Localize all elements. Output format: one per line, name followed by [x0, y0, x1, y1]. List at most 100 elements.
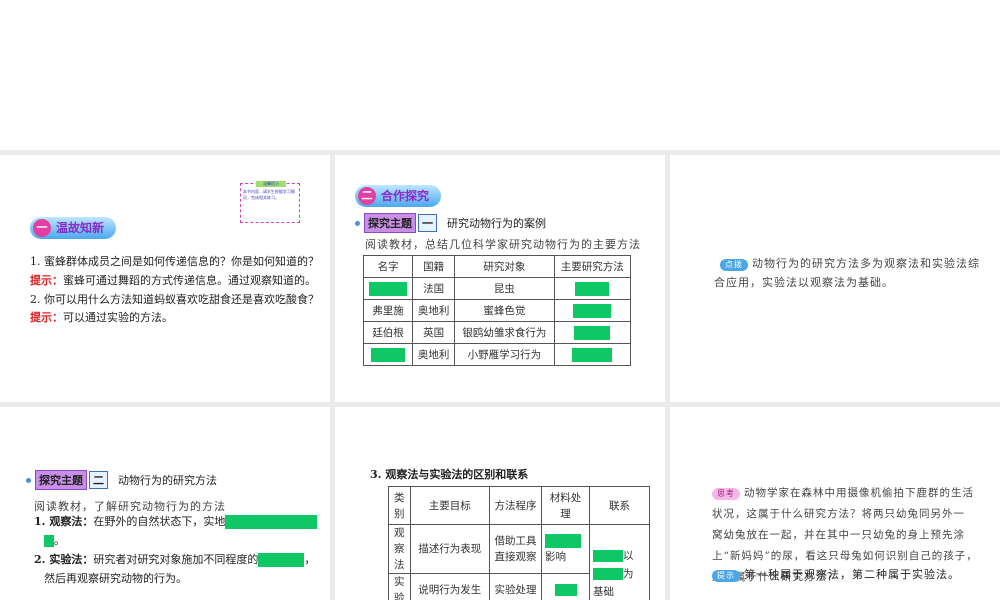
slide-methods[interactable]: 探究主题二动物行为的研究方法 阅读教材，了解研究动物行为的方法 1. 观察法：在…: [0, 407, 330, 600]
section-number: 一: [33, 219, 51, 237]
answer-blank[interactable]: [575, 281, 610, 296]
section-title: 合作探究: [381, 189, 430, 203]
answer-blank[interactable]: [574, 325, 611, 340]
think-badge-icon: 思考: [712, 488, 740, 500]
topic-number: 二: [89, 471, 108, 489]
slide-comparison[interactable]: 3. 观察法与实验法的区别和联系 类别 主要目标 方法程序 材料处理 联系 观察法 描述行…: [335, 407, 665, 600]
question-2: 2. 你可以用什么方法知道蚂蚁喜欢吃甜食还是喜欢吃酸食？: [30, 293, 319, 306]
link-text: 基础: [593, 585, 614, 598]
topic-heading: 探究主题二动物行为的研究方法: [26, 470, 217, 490]
answer-blank[interactable]: [572, 347, 613, 362]
section-badge: 一温故知新: [30, 217, 117, 239]
answer-blank[interactable]: [258, 553, 305, 567]
topic-tag: 探究主题: [35, 470, 87, 490]
link-text: 为: [623, 567, 634, 580]
method-text: 在野外的自然状态下，实地: [93, 515, 226, 528]
topic-title: 研究动物行为的案例: [447, 217, 546, 230]
note-text-line2: 合应用，实验法以观察法为基础。: [714, 276, 894, 289]
tip-text: 本节内容...请学生根据学习情况，完成相关练习。: [243, 189, 295, 200]
method-label: 1. 观察法：: [34, 515, 94, 528]
col-header: 方法程序: [489, 486, 542, 525]
bullet-icon: [26, 477, 31, 483]
method-label: 2. 实验法：: [34, 553, 94, 566]
section-title: 温故知新: [56, 221, 105, 235]
punct: ，: [304, 553, 316, 566]
method-text: 研究者对研究对象施加不同程度的: [93, 553, 259, 566]
table-row: 法国 昆虫: [362, 277, 632, 300]
answer-blank[interactable]: [573, 303, 612, 318]
top-blank-area: [0, 0, 1000, 150]
cell: 廷伯根: [362, 321, 414, 344]
cell: 观察法: [388, 524, 411, 574]
scientists-table: 名字 国籍 研究对象 主要研究方法 法国 昆虫 弗里施 奥地利 蜜蜂色觉 廷伯根 英国 银鸥幼雏…: [362, 255, 632, 366]
note-badge-icon: 点拨: [720, 259, 748, 271]
topic-title: 动物行为的研究方法: [118, 474, 217, 487]
hint-label: 提示：: [30, 311, 63, 324]
slide-note[interactable]: 点拨 动物行为的研究方法多为观察法和实验法综 合应用，实验法以观察法为基础。: [670, 155, 1000, 402]
slide-review[interactable]: 温馨提示本节内容...请学生根据学习情况，完成相关练习。 一温故知新 1. 蜜蜂…: [0, 155, 330, 402]
table-row: 奥地利 小野雁学习行为: [362, 343, 632, 366]
col-header: 材料处理: [541, 486, 590, 525]
answer-2: 可以通过实验的方法。: [63, 311, 173, 324]
bullet-icon: [355, 220, 360, 226]
cell: 英国: [412, 321, 456, 344]
punct: 。: [54, 534, 65, 547]
think-line: 上“新妈妈”的尿，看这只母兔如何识别自己的孩子，: [712, 550, 978, 562]
col-header: 主要目标: [409, 486, 490, 525]
tip-box: 温馨提示本节内容...请学生根据学习情况，完成相关练习。: [240, 181, 300, 223]
col-header: 国籍: [412, 255, 456, 278]
topic-tag: 探究主题: [364, 213, 416, 233]
cell: 借助工具直接观察: [489, 524, 542, 574]
slide-cases[interactable]: 二合作探究 探究主题一研究动物行为的案例 阅读教材，总结几位科学家研究动物行为的…: [335, 155, 665, 402]
cell: 蜜蜂色觉: [454, 299, 555, 322]
cell: 实验法: [388, 573, 411, 600]
answer-blank[interactable]: [44, 535, 54, 547]
topic-heading: 探究主题一研究动物行为的案例: [355, 213, 546, 233]
col-header: 名字: [362, 255, 414, 278]
tip-title: 温馨提示: [256, 181, 286, 187]
section-number: 二: [358, 187, 376, 205]
table-row: 廷伯根 英国 银鸥幼雏求食行为: [362, 321, 632, 344]
method-text-cont: 然后再观察研究动物的行为。: [44, 572, 187, 585]
answer-blank[interactable]: [225, 515, 318, 529]
question-1: 1. 蜜蜂群体成员之间是如何传递信息的？你是如何知道的？: [30, 255, 319, 268]
answer-1: 蜜蜂可通过舞蹈的方式传递信息。通过观察知道的。: [63, 274, 316, 287]
cell: 银鸥幼雏求食行为: [454, 321, 555, 344]
cell: 法国: [412, 277, 456, 300]
table-row: 观察法 描述行为表现 借助工具直接观察 影响 以为基础: [388, 524, 650, 600]
cell: 奥地利: [412, 299, 456, 322]
slide-think[interactable]: 思考 动物学家在森林中用摄像机偷拍下鹿群的生活 状况，这属于什么研究方法？将两只幼…: [670, 407, 1000, 600]
answer-blank[interactable]: [369, 281, 408, 296]
hint-badge-icon: 提示: [712, 570, 740, 582]
cell: 描述行为表现: [409, 524, 490, 574]
comparison-title: 3. 观察法与实验法的区别和联系: [370, 468, 529, 481]
answer-blank[interactable]: [593, 567, 623, 580]
think-line: 动物学家在森林中用摄像机偷拍下鹿群的生活: [744, 487, 974, 499]
cell: 影响: [545, 551, 566, 563]
col-header: 研究对象: [454, 255, 555, 278]
note-text-line1: 动物行为的研究方法多为观察法和实验法综: [752, 257, 980, 270]
think-line: 状况，这属于什么研究方法？将两只幼兔同另外一: [712, 508, 965, 520]
link-text: 以: [623, 549, 634, 562]
cell: 说明行为发生原因: [409, 573, 490, 600]
cell: 奥地利: [412, 343, 456, 366]
cell: 昆虫: [454, 277, 555, 300]
col-header: 主要研究方法: [553, 255, 632, 278]
intro-text: 阅读教材，总结几位科学家研究动物行为的主要方法: [365, 238, 641, 251]
think-answer: 第一种属于观察法，第二种属于实验法。: [744, 568, 960, 581]
col-header: 类别: [388, 486, 411, 525]
table-row: 弗里施 奥地利 蜜蜂色觉: [362, 299, 632, 322]
section-badge: 二合作探究: [355, 185, 442, 207]
answer-blank[interactable]: [371, 347, 406, 362]
answer-blank[interactable]: [554, 584, 577, 596]
answer-blank[interactable]: [593, 549, 623, 562]
comparison-table: 类别 主要目标 方法程序 材料处理 联系 观察法 描述行为表现 借助工具直接观察 影响 以为基…: [388, 486, 650, 600]
hint-label: 提示：: [30, 274, 63, 287]
col-header: 联系: [589, 486, 650, 525]
cell: 弗里施: [362, 299, 414, 322]
think-line: 窝幼兔放在一起，并在其中一只幼兔的身上预先涂: [712, 529, 965, 541]
topic-number: 一: [418, 214, 437, 232]
cell: 实验处理后再观察: [489, 573, 542, 600]
cell: 小野雁学习行为: [454, 343, 555, 366]
answer-blank[interactable]: [545, 534, 581, 548]
